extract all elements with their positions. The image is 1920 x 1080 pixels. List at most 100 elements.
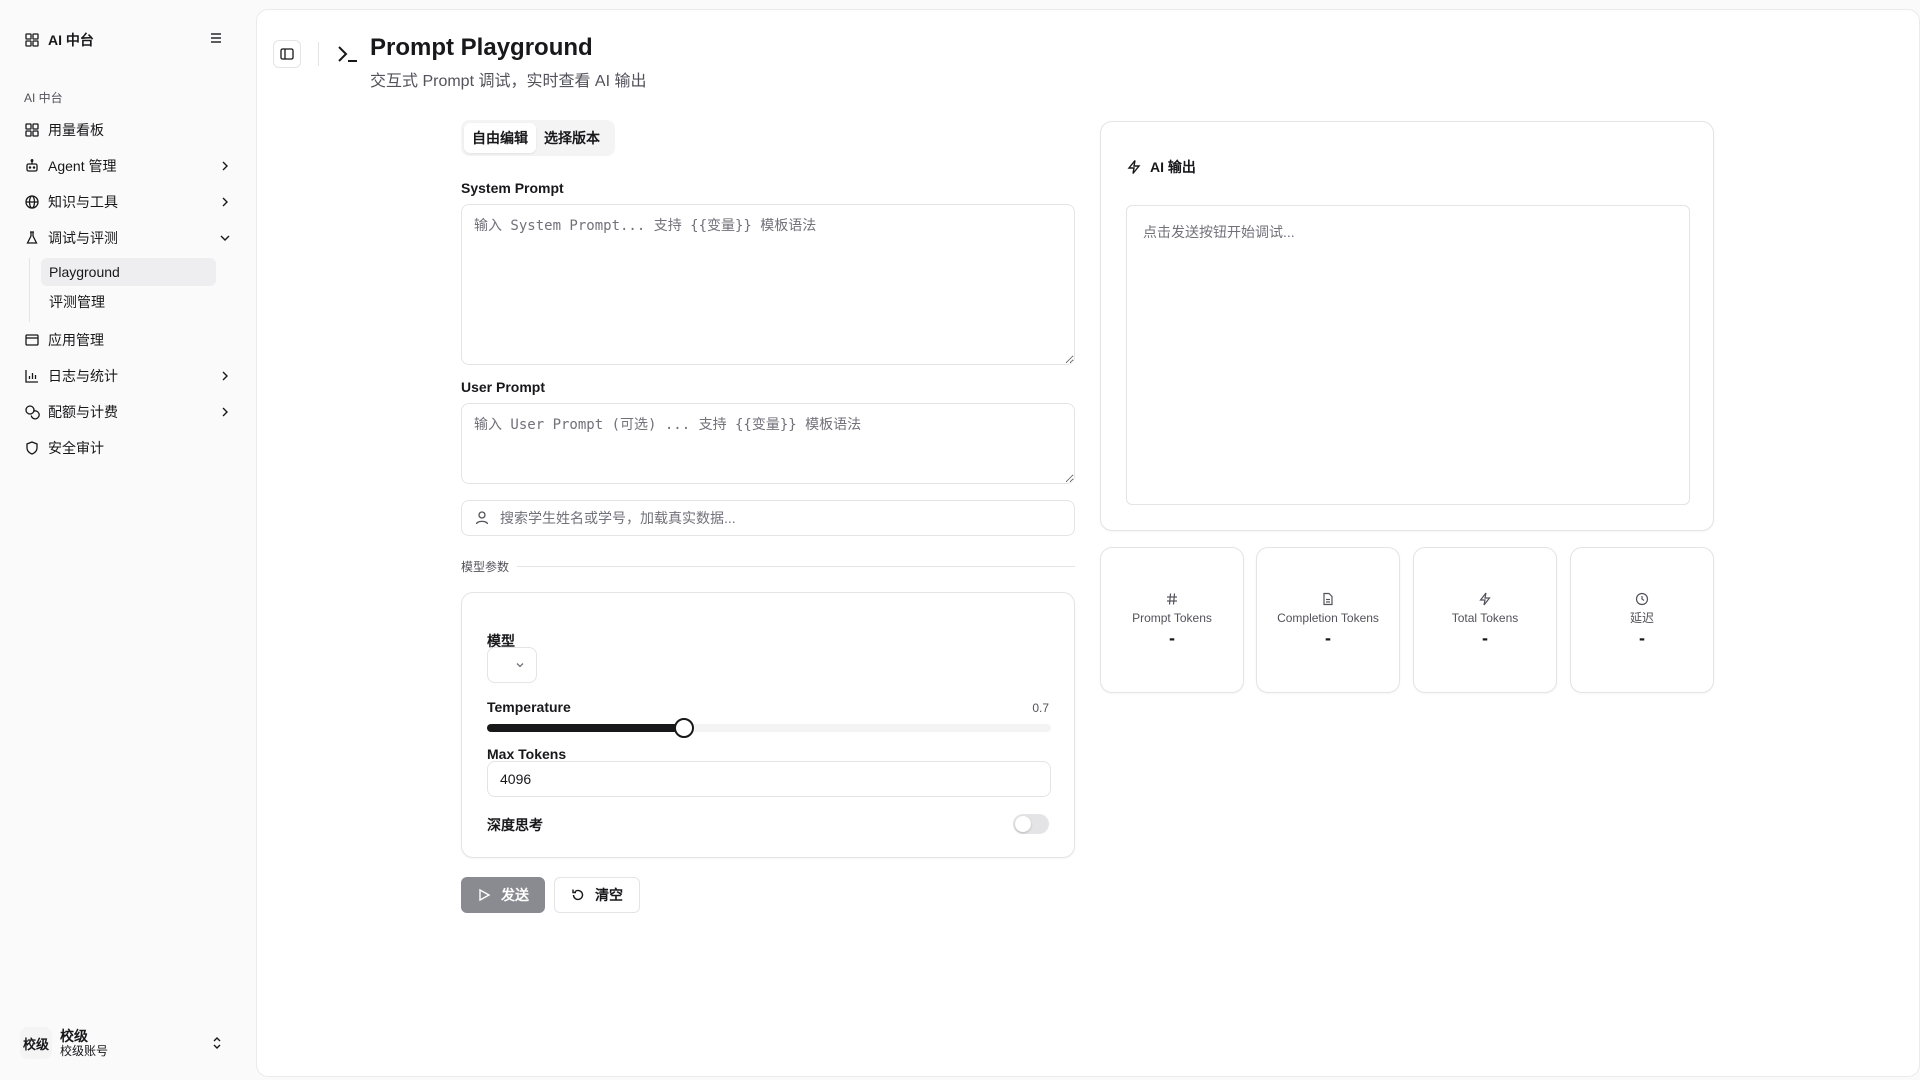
page-title: Prompt Playground: [370, 34, 593, 61]
temperature-label: Temperature: [487, 699, 571, 715]
sidebar-item-knowledge[interactable]: 知识与工具: [12, 184, 244, 220]
max-tokens-label: Max Tokens: [487, 746, 567, 762]
max-tokens-input[interactable]: [487, 761, 1051, 797]
sidebar-nav: 用量看板 Agent 管理 知识与工具 调试与评测 Playground 评测管…: [12, 112, 244, 466]
sidebar-item-security[interactable]: 安全审计: [12, 430, 244, 466]
zap-icon: [1479, 592, 1491, 605]
sidebar-subnav: Playground 评测管理: [29, 258, 244, 322]
system-prompt-label: System Prompt: [461, 180, 564, 196]
sidebar-item-agent[interactable]: Agent 管理: [12, 148, 244, 184]
chevron-right-icon: [222, 407, 228, 417]
sidebar-item-logs[interactable]: 日志与统计: [12, 358, 244, 394]
shield-icon: [26, 441, 38, 455]
main-panel: Prompt Playground 交互式 Prompt 调试，实时查看 AI …: [256, 9, 1920, 1077]
sidebar-subitem-label: 评测管理: [49, 294, 105, 310]
tab-select-version[interactable]: 选择版本: [536, 123, 608, 153]
divider: [517, 566, 1075, 567]
flask-icon: [26, 231, 38, 244]
sidebar-item-label: 应用管理: [48, 332, 104, 348]
output-title: AI 输出: [1126, 157, 1196, 177]
clear-label: 清空: [595, 887, 623, 903]
stat-latency: 延迟 -: [1570, 547, 1714, 693]
temperature-slider[interactable]: [487, 718, 1051, 738]
model-select[interactable]: [487, 647, 537, 683]
user-prompt-input[interactable]: [461, 403, 1075, 484]
sidebar-item-label: Agent 管理: [48, 158, 117, 174]
user-icon: [475, 511, 489, 525]
send-label: 发送: [501, 887, 529, 903]
header-divider: [318, 42, 319, 66]
dashboard-icon: [25, 123, 39, 137]
clear-button[interactable]: 清空: [554, 877, 640, 913]
rotate-ccw-icon: [572, 889, 584, 901]
sidebar: AI 中台 AI 中台 用量看板 Agent 管理 知识与工具 调试与评测 Pl…: [0, 0, 256, 1080]
sidebar-item-evaluation[interactable]: 评测管理: [41, 288, 216, 316]
sidebar-item-debug[interactable]: 调试与评测: [12, 220, 244, 256]
sidebar-item-label: 知识与工具: [48, 194, 118, 210]
sidebar-item-usage[interactable]: 用量看板: [12, 112, 244, 148]
avatar: 校级: [20, 1027, 52, 1059]
sidebar-item-label: 调试与评测: [48, 230, 118, 246]
stat-label: 延迟: [1629, 610, 1654, 625]
grid-icon: [25, 33, 39, 47]
sidebar-group-label: AI 中台: [24, 91, 63, 105]
sidebar-toggle-button[interactable]: [273, 40, 301, 68]
user-menu[interactable]: 校级 校级 校级账号: [20, 1025, 236, 1061]
student-search-input[interactable]: [500, 510, 1062, 526]
chevron-right-icon: [222, 161, 228, 171]
sidebar-item-quota[interactable]: 配额与计费: [12, 394, 244, 430]
zap-icon: [1127, 160, 1141, 174]
bot-icon: [26, 159, 38, 172]
output-card: AI 输出 点击发送按钮开始调试...: [1100, 121, 1714, 531]
temperature-value: 0.7: [1032, 701, 1049, 715]
globe-icon: [25, 195, 39, 209]
file-icon: [1323, 592, 1333, 605]
params-section-header: 模型参数: [461, 558, 1075, 575]
output-content: 点击发送按钮开始调试...: [1126, 205, 1690, 505]
window-icon: [25, 334, 39, 346]
play-icon: [479, 888, 491, 902]
hash-icon: [1167, 592, 1177, 605]
student-search[interactable]: [461, 500, 1075, 536]
stat-value: -: [1639, 627, 1645, 648]
sidebar-item-label: 日志与统计: [48, 368, 118, 384]
bar-chart-icon: [25, 370, 38, 383]
tab-free-edit[interactable]: 自由编辑: [464, 123, 536, 153]
brand-label: AI 中台: [48, 32, 94, 48]
stat-total-tokens: Total Tokens -: [1413, 547, 1557, 693]
sidebar-item-label: 安全审计: [48, 440, 104, 456]
system-prompt-input[interactable]: [461, 204, 1075, 365]
stat-value: -: [1169, 627, 1175, 648]
user-account: 校级账号: [60, 1044, 109, 1058]
params-section-label: 模型参数: [461, 560, 510, 574]
deep-think-toggle[interactable]: [1013, 814, 1049, 834]
user-name: 校级: [60, 1028, 88, 1044]
chevron-down-icon: [220, 235, 230, 241]
stat-value: -: [1325, 627, 1331, 648]
chevron-right-icon: [222, 197, 228, 207]
stat-completion-tokens: Completion Tokens -: [1256, 547, 1400, 693]
user-prompt-label: User Prompt: [461, 379, 546, 395]
sidebar-item-playground[interactable]: Playground: [41, 258, 216, 286]
sidebar-item-label: 用量看板: [48, 122, 104, 138]
chevron-down-icon: [516, 663, 524, 668]
stat-prompt-tokens: Prompt Tokens -: [1100, 547, 1244, 693]
stat-label: Completion Tokens: [1277, 610, 1379, 625]
menu-icon[interactable]: [208, 30, 224, 46]
panel-left-icon: [280, 48, 294, 60]
editor-tabs: 自由编辑 选择版本: [461, 120, 615, 156]
stat-label: Prompt Tokens: [1132, 610, 1212, 625]
toggle-knob: [1015, 816, 1031, 832]
slider-thumb[interactable]: [674, 718, 695, 738]
coins-icon: [25, 405, 40, 420]
slider-fill: [487, 724, 685, 732]
stat-label: Total Tokens: [1451, 610, 1519, 625]
sidebar-item-apps[interactable]: 应用管理: [12, 322, 244, 358]
page-subtitle: 交互式 Prompt 调试，实时查看 AI 输出: [370, 73, 647, 90]
chevron-right-icon: [222, 371, 228, 381]
params-card: 模型 Temperature 0.7 Max Tokens 深度思考: [461, 592, 1075, 858]
terminal-icon: [338, 46, 357, 62]
output-title-label: AI 输出: [1150, 159, 1196, 175]
send-button[interactable]: 发送: [461, 877, 545, 913]
brand[interactable]: AI 中台: [24, 30, 94, 50]
